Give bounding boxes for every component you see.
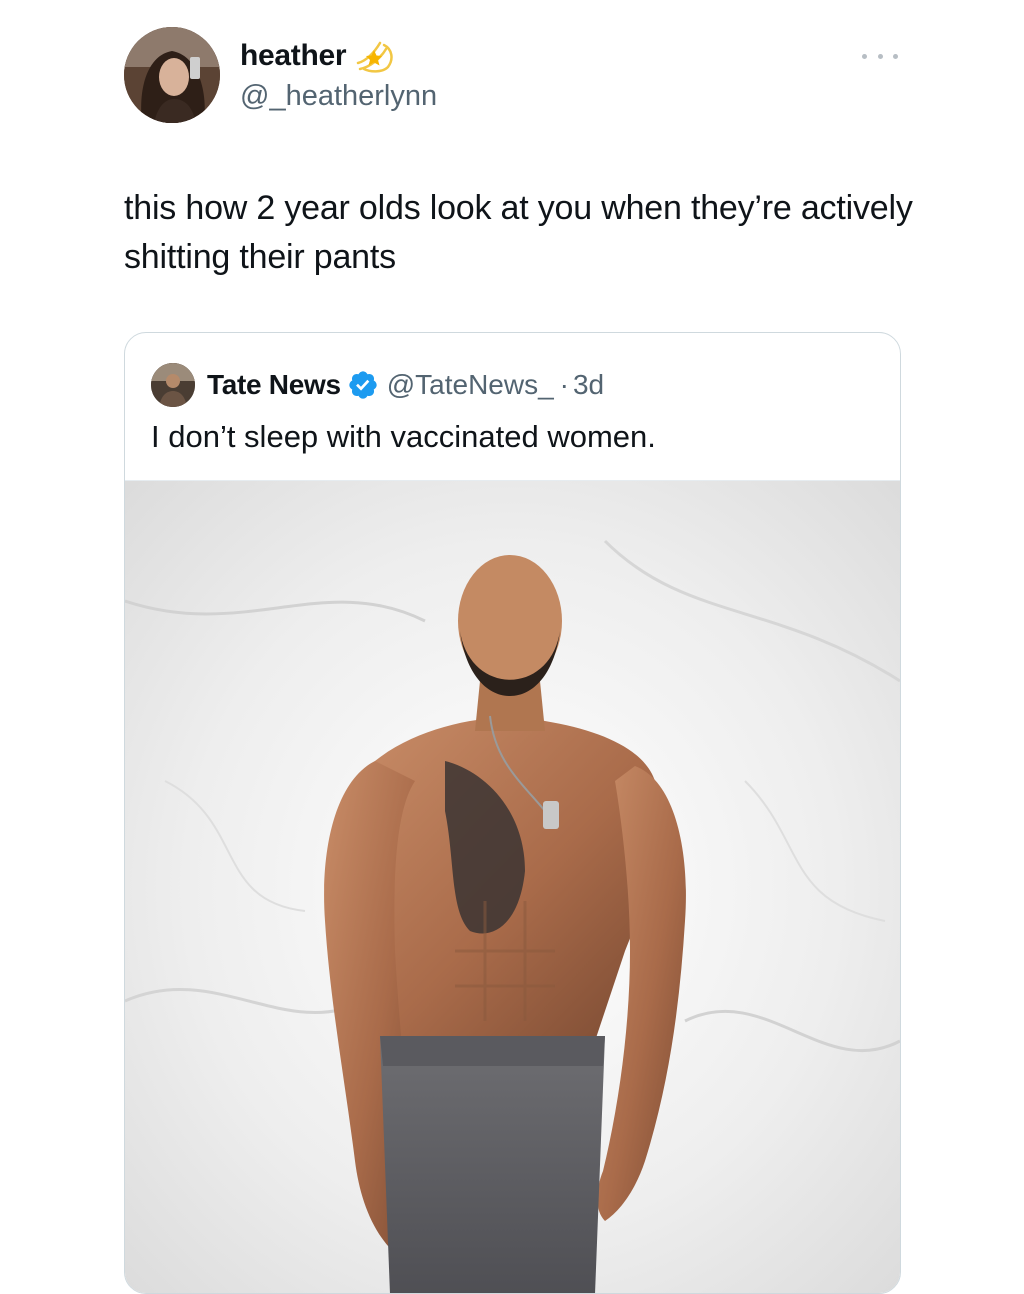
- author-display-name[interactable]: heather: [240, 39, 347, 73]
- separator-dot: ·: [559, 369, 569, 400]
- author-handle[interactable]: @_heatherlynn: [240, 80, 437, 113]
- quoted-tweet-photo[interactable]: [125, 480, 900, 1293]
- quoted-tweet-card[interactable]: Tate News @TateNews_ · 3d I don’t sleep …: [124, 332, 901, 1294]
- dot: [862, 53, 867, 59]
- more-options-icon[interactable]: [862, 46, 898, 66]
- tweet: heather @_heatherlynn this how 2 year ol…: [0, 0, 1024, 1294]
- author-avatar[interactable]: [124, 27, 220, 123]
- quoted-author-handle[interactable]: @TateNews_: [387, 369, 554, 401]
- shooting-star-icon: [354, 37, 398, 75]
- author-name-row: heather: [240, 38, 398, 74]
- dot: [893, 53, 898, 59]
- photo-illustration: [125, 481, 900, 1293]
- quoted-tweet-time[interactable]: 3d: [573, 369, 604, 401]
- author-avatar-image: [124, 27, 220, 123]
- quoted-avatar-image: [151, 363, 195, 407]
- dot: [877, 53, 883, 59]
- verified-badge-icon: [347, 369, 379, 401]
- quoted-author-name[interactable]: Tate News: [207, 369, 341, 401]
- quoted-tweet-text: I don’t sleep with vaccinated women.: [151, 419, 656, 454]
- quoted-author-avatar[interactable]: [151, 363, 195, 407]
- tweet-text: this how 2 year olds look at you when th…: [124, 189, 913, 276]
- quoted-tweet-header: Tate News @TateNews_ · 3d: [151, 363, 604, 407]
